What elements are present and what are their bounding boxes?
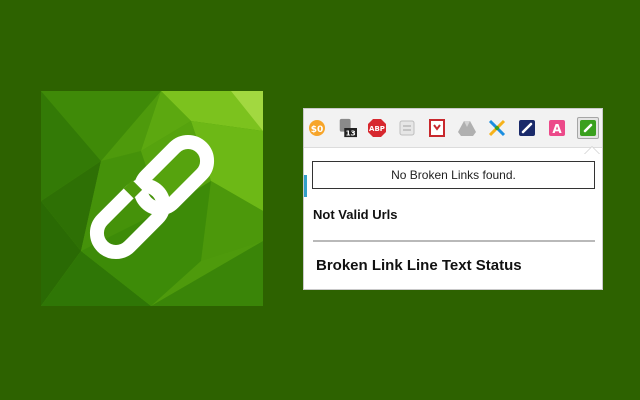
status-message-box: No Broken Links found. [312, 161, 595, 189]
invalid-urls-heading: Not Valid Urls [313, 207, 398, 222]
x-extension-icon[interactable] [487, 118, 507, 138]
app-logo [41, 91, 263, 306]
status-message: No Broken Links found. [391, 168, 516, 182]
extension-popup: $0 13 ABP A No Broken Links found. Not V… [303, 108, 603, 290]
red-shield-icon[interactable] [427, 118, 447, 138]
honey-icon[interactable]: $0 [307, 118, 327, 138]
a-extension-icon[interactable]: A [547, 118, 567, 138]
line-status-heading: Broken Link Line Text Status [316, 257, 522, 274]
svg-text:13: 13 [346, 128, 356, 137]
badge-extension-icon[interactable]: 13 [337, 118, 357, 138]
svg-text:$0: $0 [311, 125, 324, 135]
dark-link-icon[interactable] [517, 118, 537, 138]
section-divider [313, 240, 595, 242]
popup-caret [585, 147, 599, 154]
svg-text:A: A [552, 122, 562, 136]
extension-toolbar: $0 13 ABP A [304, 109, 602, 148]
broken-link-checker-icon[interactable] [577, 117, 599, 139]
adblock-plus-icon[interactable]: ABP [367, 118, 387, 138]
svg-text:ABP: ABP [369, 125, 385, 133]
page-accent-strip [304, 175, 307, 197]
grey-extension-icon[interactable] [397, 118, 417, 138]
drive-icon[interactable] [457, 118, 477, 138]
